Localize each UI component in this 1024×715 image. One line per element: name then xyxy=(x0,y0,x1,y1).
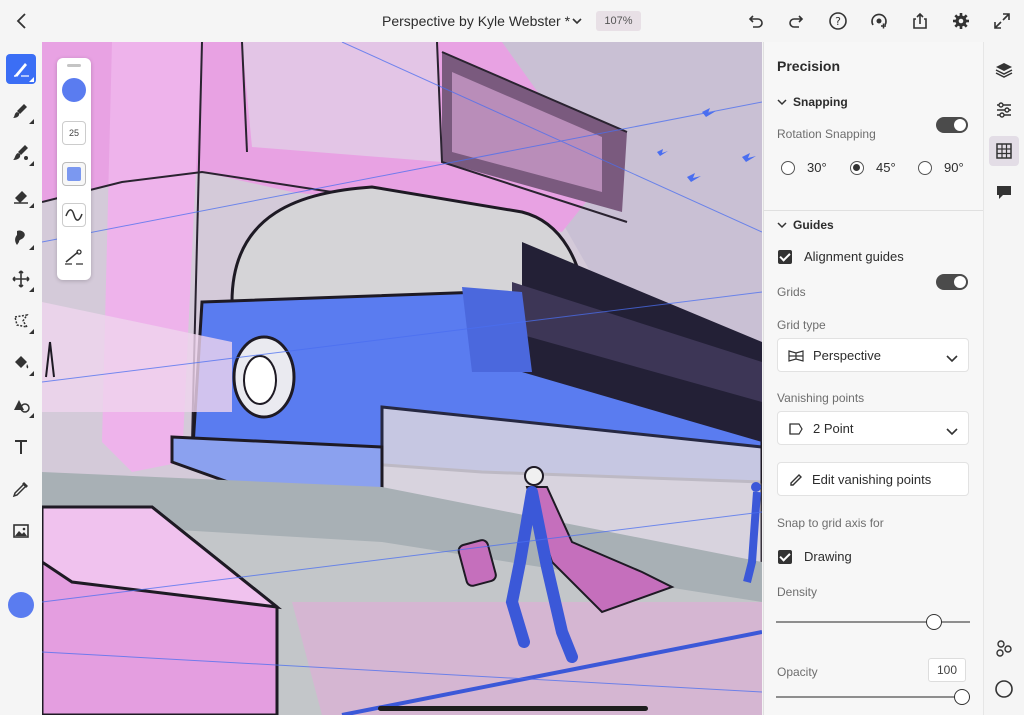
back-chevron-icon[interactable] xyxy=(12,10,32,32)
chevron-down-icon xyxy=(946,424,958,436)
angle-45-label: 45° xyxy=(876,160,896,175)
properties-sliders-icon[interactable] xyxy=(992,98,1016,122)
circle-status-icon[interactable] xyxy=(992,677,1016,701)
brush-color-swatch[interactable] xyxy=(62,78,86,102)
layers-icon[interactable] xyxy=(992,58,1016,82)
precision-grid-icon[interactable] xyxy=(989,136,1019,166)
perspective-grid-icon xyxy=(787,347,805,365)
density-slider[interactable] xyxy=(776,614,970,630)
right-panel-rail xyxy=(983,42,1024,715)
chevron-down-icon[interactable] xyxy=(571,14,583,26)
smudge-tool[interactable] xyxy=(6,222,36,252)
opacity-value-field[interactable]: 100 xyxy=(928,658,966,682)
two-point-icon xyxy=(787,420,805,438)
precision-panel: Precision Snapping Rotation Snapping 30°… xyxy=(763,42,984,715)
transform-tool[interactable] xyxy=(6,264,36,294)
redo-icon[interactable] xyxy=(786,10,808,32)
community-icon[interactable] xyxy=(992,636,1016,660)
vanishing-points-label: Vanishing points xyxy=(777,391,865,405)
snapping-header-label: Snapping xyxy=(793,95,848,109)
angle-30-label: 30° xyxy=(807,160,827,175)
grid-type-label: Grid type xyxy=(777,318,826,332)
grid-type-dropdown[interactable]: Perspective xyxy=(777,338,969,372)
angle-45-radio[interactable] xyxy=(850,161,864,175)
document-title[interactable]: Perspective by Kyle Webster * xyxy=(382,13,570,29)
opacity-label: Opacity xyxy=(777,665,818,679)
grids-label: Grids xyxy=(777,285,806,299)
brush-settings-bar: 25 xyxy=(57,58,91,280)
fullscreen-icon[interactable] xyxy=(991,10,1013,32)
edit-vanishing-points-label: Edit vanishing points xyxy=(812,472,932,487)
snap-to-grid-label: Snap to grid axis for xyxy=(777,516,884,530)
drawing-label: Drawing xyxy=(804,549,852,564)
brush-settings-icon[interactable] xyxy=(62,246,86,268)
brush-size-button[interactable]: 25 xyxy=(62,121,86,145)
top-bar: Perspective by Kyle Webster * 107% ? xyxy=(0,0,1024,42)
angle-90-label: 90° xyxy=(944,160,964,175)
wave-icon xyxy=(65,209,83,221)
brush-tool[interactable] xyxy=(6,96,36,126)
density-slider-thumb[interactable] xyxy=(926,614,942,630)
rotation-snapping-toggle[interactable] xyxy=(936,117,968,133)
eyedropper-tool[interactable] xyxy=(6,474,36,504)
opacity-slider[interactable] xyxy=(776,689,970,705)
opacity-slider-thumb[interactable] xyxy=(954,689,970,705)
place-image-tool[interactable] xyxy=(6,516,36,546)
svg-text:?: ? xyxy=(835,15,841,28)
pencil-icon xyxy=(788,472,804,493)
shape-tool[interactable] xyxy=(6,390,36,420)
settings-gear-icon[interactable] xyxy=(950,10,972,32)
perspective-pencil-tool[interactable] xyxy=(6,54,36,84)
home-indicator[interactable] xyxy=(378,706,648,711)
opacity-swatch-fill xyxy=(67,167,81,181)
lasso-select-tool[interactable] xyxy=(6,306,36,336)
zoom-level[interactable]: 107% xyxy=(596,11,641,31)
eraser-tool[interactable] xyxy=(6,180,36,210)
color-picker-swatch[interactable] xyxy=(8,592,34,618)
alignment-guides-label: Alignment guides xyxy=(804,249,904,264)
undo-icon[interactable] xyxy=(744,10,766,32)
drag-handle[interactable] xyxy=(67,64,81,67)
share-icon[interactable] xyxy=(909,10,931,32)
chevron-down-icon xyxy=(777,95,787,109)
tools-toolbar xyxy=(0,42,42,715)
fill-bucket-tool[interactable] xyxy=(6,348,36,378)
grids-toggle[interactable] xyxy=(936,274,968,290)
edit-vanishing-points-button[interactable]: Edit vanishing points xyxy=(777,462,969,496)
comments-icon[interactable] xyxy=(992,180,1016,204)
guides-header-label: Guides xyxy=(793,218,834,232)
drawing-checkbox[interactable] xyxy=(778,550,792,564)
chevron-down-icon xyxy=(777,218,787,232)
vanishing-points-value: 2 Point xyxy=(813,421,854,436)
brush-opacity-swatch[interactable] xyxy=(62,162,86,186)
live-stream-icon[interactable] xyxy=(868,10,890,32)
fill-brush-tool[interactable] xyxy=(6,138,36,168)
rotation-snapping-label: Rotation Snapping xyxy=(777,127,876,141)
vanishing-points-dropdown[interactable]: 2 Point xyxy=(777,411,969,445)
grid-type-value: Perspective xyxy=(813,348,881,363)
guides-section-header[interactable]: Guides xyxy=(777,218,834,232)
smoothing-button[interactable] xyxy=(62,203,86,227)
alignment-guides-checkbox[interactable] xyxy=(778,250,792,264)
help-icon[interactable]: ? xyxy=(827,10,849,32)
section-divider xyxy=(764,210,984,211)
chevron-down-icon xyxy=(946,351,958,363)
angle-90-radio[interactable] xyxy=(918,161,932,175)
panel-title: Precision xyxy=(777,58,841,74)
drawing-canvas[interactable] xyxy=(42,42,762,715)
snapping-section-header[interactable]: Snapping xyxy=(777,95,848,109)
angle-30-radio[interactable] xyxy=(781,161,795,175)
density-label: Density xyxy=(777,585,818,599)
text-tool[interactable] xyxy=(6,432,36,462)
artwork-illustration xyxy=(42,42,762,715)
